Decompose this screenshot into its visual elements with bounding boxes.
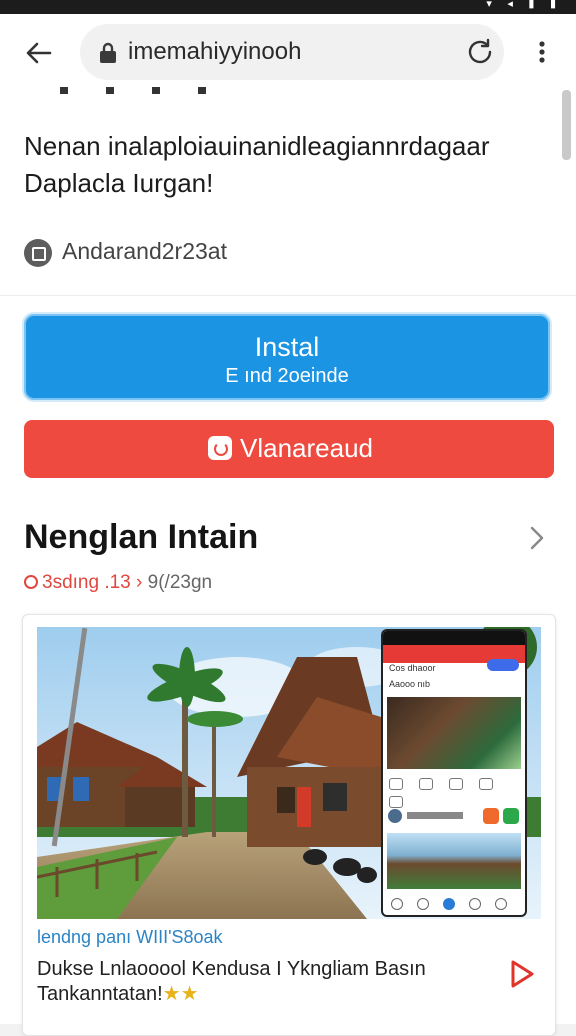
phone-header-text: Cos dhaoor	[389, 663, 436, 673]
card-rating-stars: ★★	[162, 983, 199, 1005]
card-title-text: Dukse Lnlaooool Kendusa I Ykngliam Basın…	[37, 958, 426, 1005]
meta-separator: ›	[136, 572, 143, 593]
chevron-right-icon[interactable]	[526, 522, 548, 554]
install-label: Instal	[254, 332, 320, 362]
divider	[0, 295, 576, 296]
install-button[interactable]: Instal E ınd 2oeinde	[24, 314, 550, 400]
meta-count: 9(/23gn	[147, 572, 213, 593]
arrow-left-icon[interactable]	[22, 36, 56, 70]
content-card[interactable]: Cos dhaoor Aaooo nıb lendng panı WIII'S8…	[22, 614, 556, 1036]
rating-icon	[24, 575, 38, 589]
phone-mockup: Cos dhaoor Aaooo nıb	[381, 629, 527, 917]
scrollbar[interactable]	[562, 90, 571, 160]
section-title: Nenglan Intain	[24, 518, 259, 556]
status-bar: ▾ ◂ ▮ ▮	[0, 0, 576, 14]
rating-text: 3sdıng .13	[24, 572, 131, 593]
secondary-button-label: Vlanareaud	[240, 433, 373, 463]
secondary-button[interactable]: Vlanareaud	[24, 420, 554, 478]
phone-nav-icons	[391, 897, 521, 911]
install-sublabel: E ınd 2oeinde	[225, 365, 349, 387]
developer-name: Andarand2r23at	[62, 238, 227, 264]
lock-icon	[100, 42, 116, 63]
url-text[interactable]: imemahiyyinooh	[128, 38, 301, 66]
more-vert-icon[interactable]	[532, 38, 552, 66]
reload-icon[interactable]	[464, 36, 496, 68]
developer-icon	[24, 239, 52, 267]
rating-value: 3sdıng .13	[42, 572, 131, 593]
card-title[interactable]: Dukse Lnlaooool Kendusa I Ykngliam Basın…	[37, 957, 497, 1007]
phone-statusbar	[383, 631, 525, 645]
card-image[interactable]: Cos dhaoor Aaooo nıb	[37, 627, 541, 919]
cut-off-text	[60, 84, 260, 94]
phone-action-icons	[389, 777, 521, 808]
phone-button	[487, 659, 519, 671]
phone-subtext: Aaooo nıb	[389, 679, 431, 689]
card-tag[interactable]: lendng panı WIII'S8oak	[37, 927, 223, 948]
play-store-icon[interactable]	[509, 959, 535, 989]
phone-video-thumb-2	[387, 833, 521, 889]
section-meta: 3sdıng .13 › 9(/23gn	[24, 572, 212, 594]
status-icons: ▾ ◂ ▮ ▮	[486, 0, 562, 10]
browser-toolbar: imemahiyyinooh	[0, 14, 576, 91]
phone-video-thumb	[387, 697, 521, 769]
app-icon	[208, 436, 232, 460]
phone-channel-row	[387, 803, 521, 829]
app-description: Nenan inalaploiauinanidleagiannrdagaar D…	[24, 131, 490, 198]
page-content: Nenan inalaploiauinanidleagiannrdagaar D…	[0, 87, 576, 1036]
